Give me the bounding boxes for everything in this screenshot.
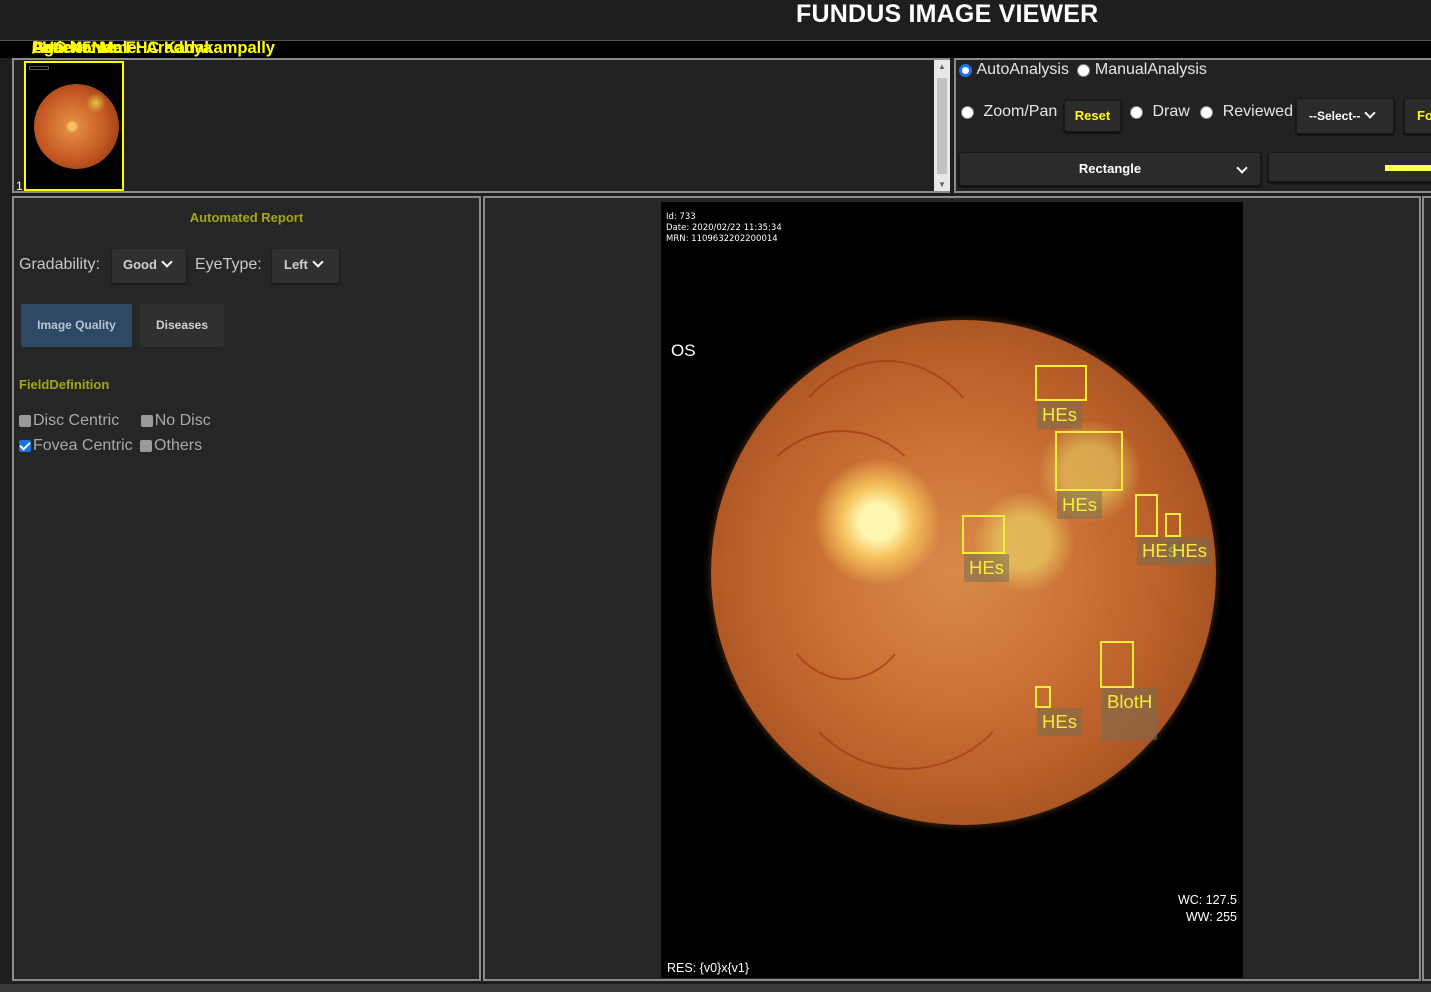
eyetype-value: Left [284, 257, 308, 272]
checkbox-label: Fovea Centric [33, 437, 133, 454]
gradability-dropdown[interactable]: Good [112, 249, 186, 283]
lesion-label: HEs [964, 554, 1009, 582]
no-disc-checkbox[interactable]: No Disc [140, 412, 211, 429]
fovea-centric-checkbox[interactable]: Fovea Centric [19, 437, 133, 454]
lesion-box[interactable] [1035, 686, 1051, 708]
image-id: Id: 733 [666, 212, 696, 222]
eyetype-dropdown[interactable]: Left [272, 249, 339, 283]
chevron-down-icon [312, 256, 324, 268]
thumbnail-header-mark [29, 66, 49, 70]
chevron-down-icon [161, 256, 173, 268]
checkbox-box[interactable] [19, 415, 31, 427]
image-date: Date: 2020/02/22 11:35:34 [666, 223, 782, 233]
manual-analysis-label: ManualAnalysis [1094, 61, 1207, 78]
color-swatch [1385, 165, 1431, 171]
checkbox-box[interactable] [140, 440, 153, 452]
lesion-box[interactable] [962, 515, 1005, 554]
disc-centric-checkbox[interactable]: Disc Centric [19, 412, 119, 429]
gradability-value: Good [123, 257, 157, 272]
window-width: WW: 255 [1185, 910, 1237, 924]
lesion-box[interactable] [1165, 513, 1181, 537]
draw-radio[interactable] [1130, 105, 1143, 119]
lesion-label: HEs [1037, 708, 1082, 736]
analysis-mode-group: AutoAnalysis ManualAnalysis [959, 61, 1207, 79]
auto-analysis-radio[interactable] [959, 63, 972, 77]
lesion-label: BlotH [1102, 688, 1158, 740]
patient-info-bar: Patient Name: Aradhya / Age: 45 / Gender… [0, 39, 1431, 58]
chevron-down-icon [1236, 162, 1248, 174]
lesion-box[interactable] [1035, 365, 1087, 401]
thumbnail-lesion-spot [86, 93, 106, 113]
scroll-up-icon[interactable]: ▲ [938, 62, 946, 71]
select-dropdown[interactable]: --Select-- [1296, 98, 1394, 134]
image-metadata: Id: 733 Date: 2020/02/22 11:35:34 MRN: 1… [666, 212, 782, 245]
checkbox-box[interactable] [140, 415, 153, 427]
thumbnail-index: 1 [16, 179, 23, 193]
window-level-readout: WC: 127.5 WW: 255 [1178, 892, 1237, 926]
shape-dropdown[interactable]: Rectangle [959, 152, 1261, 186]
auto-analysis-label: AutoAnalysis [976, 61, 1069, 78]
resolution-readout: RES: {v0}x{v1} [667, 961, 750, 975]
line-color-picker[interactable] [1268, 152, 1431, 182]
lesion-label: HEs [1167, 537, 1212, 565]
image-mrn: MRN: 1109632202200014 [666, 234, 778, 244]
eyetype-label: EyeType: [195, 256, 262, 273]
lesion-label: HEs [1057, 491, 1102, 519]
thumbnail-fundus [34, 84, 119, 169]
eye-side-tag: OS [671, 341, 696, 360]
report-title: Automated Report [189, 210, 304, 225]
others-checkbox[interactable]: Others [140, 437, 202, 454]
checkbox-row: Disc Centric No Disc [19, 412, 211, 430]
app-title: FUNDUS IMAGE VIEWER [796, 0, 1099, 28]
thumbnail-image[interactable] [24, 61, 124, 191]
title-bar: FUNDUS IMAGE VIEWER [0, 0, 1431, 40]
lesion-label: HEs [1037, 401, 1082, 429]
image-viewer-panel: Id: 733 Date: 2020/02/22 11:35:34 MRN: 1… [483, 196, 1421, 981]
checkbox-label: Disc Centric [33, 412, 120, 429]
lesion-box[interactable] [1100, 641, 1134, 688]
fhc-name: FHC Name: FHC Kadakampally [32, 39, 275, 57]
bottom-bar [0, 984, 1431, 992]
diseases-tab[interactable]: Diseases [140, 304, 224, 347]
reviewed-label: Reviewed [1222, 103, 1293, 120]
reset-button[interactable]: Reset [1064, 100, 1121, 132]
select-dropdown-value: --Select-- [1309, 109, 1361, 123]
thumbnail-strip: 1 ▲ ▼ [12, 58, 950, 193]
report-panel: Automated Report Gradability: Good EyeTy… [12, 196, 481, 981]
image-quality-tab[interactable]: Image Quality [21, 304, 132, 347]
zoom-pan-label: Zoom/Pan [983, 103, 1058, 120]
gradability-label: Gradability: [19, 256, 100, 273]
manual-analysis-radio[interactable] [1077, 63, 1091, 77]
reviewed-radio[interactable] [1200, 105, 1214, 119]
scrollbar-thumb[interactable] [937, 78, 947, 174]
lesion-box[interactable] [1055, 431, 1123, 491]
vessel-arc [771, 480, 921, 680]
tools-panel: AutoAnalysis ManualAnalysis Zoom/Pan Res… [954, 58, 1431, 193]
checkbox-label: Others [154, 437, 203, 454]
scroll-down-icon[interactable]: ▼ [938, 180, 946, 189]
field-definition-label: FieldDefinition [19, 377, 110, 392]
window-center: WC: 127.5 [1177, 893, 1237, 907]
fundus-canvas[interactable]: Id: 733 Date: 2020/02/22 11:35:34 MRN: 1… [661, 202, 1243, 978]
checkbox-row: Fovea Centric Others [19, 437, 202, 455]
checkbox-box[interactable] [19, 440, 31, 452]
checkbox-label: No Disc [154, 412, 211, 429]
zoom-pan-radio[interactable] [961, 105, 974, 119]
draw-label: Draw [1152, 103, 1190, 120]
right-side-panel [1422, 196, 1431, 981]
shape-dropdown-value: Rectangle [1078, 161, 1142, 176]
draw-group: Draw Reviewed [1130, 103, 1293, 121]
lesion-box[interactable] [1135, 494, 1158, 537]
thumbnail-scrollbar[interactable]: ▲ ▼ [934, 60, 950, 191]
fo-button[interactable]: Fo [1404, 98, 1431, 134]
zoom-pan-group: Zoom/Pan [961, 103, 1057, 121]
chevron-down-icon [1364, 107, 1377, 119]
